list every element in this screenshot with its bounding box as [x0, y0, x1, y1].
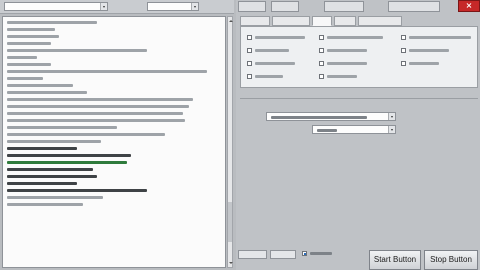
option-checkbox[interactable] — [319, 35, 324, 40]
option-checkbox[interactable] — [247, 61, 252, 66]
log-line — [7, 147, 77, 150]
option-checkbox[interactable] — [319, 61, 324, 66]
log-line — [7, 91, 87, 94]
log-line — [7, 168, 93, 171]
log-line — [7, 133, 165, 136]
option-label — [327, 62, 367, 65]
toolbar-button-4[interactable] — [388, 1, 440, 12]
log-line — [7, 77, 43, 80]
log-line — [7, 84, 73, 87]
log-toolbar — [0, 0, 234, 14]
log-line — [7, 182, 77, 185]
port-select[interactable] — [4, 2, 108, 11]
log-line — [7, 98, 193, 101]
log-line — [7, 56, 37, 59]
log-line — [7, 21, 97, 24]
log-line — [7, 196, 103, 199]
start-button[interactable]: Start Button — [369, 250, 421, 270]
scroll-down-icon[interactable] — [229, 262, 233, 266]
option-label — [255, 75, 283, 78]
log-line — [7, 112, 183, 115]
toolbar-button-2[interactable] — [271, 1, 299, 12]
mode-select[interactable] — [312, 125, 396, 134]
option-label — [327, 36, 383, 39]
baud-select[interactable] — [147, 2, 199, 11]
log-line — [7, 42, 51, 45]
option-checkbox[interactable] — [247, 48, 252, 53]
toolbar-button-1[interactable] — [238, 1, 266, 12]
log-line — [7, 140, 101, 143]
toolbar-button-3[interactable] — [324, 1, 364, 12]
chevron-down-icon[interactable] — [100, 3, 107, 10]
log-line — [7, 49, 147, 52]
tab-1[interactable] — [240, 16, 270, 26]
option-label — [327, 75, 357, 78]
log-line — [7, 63, 51, 66]
log-line — [7, 189, 147, 192]
tab-5[interactable] — [358, 16, 402, 26]
scrollbar-thumb[interactable] — [228, 202, 232, 242]
tab-4[interactable] — [334, 16, 356, 26]
log-line — [7, 70, 207, 73]
log-line — [7, 203, 83, 206]
tab-2[interactable] — [272, 16, 310, 26]
option-checkbox[interactable] — [247, 35, 252, 40]
log-line — [7, 126, 117, 129]
option-label — [255, 49, 289, 52]
option-label — [409, 62, 439, 65]
small-button-2[interactable] — [270, 250, 296, 259]
mode-select-value — [317, 129, 337, 132]
file-select-value — [271, 116, 367, 119]
log-output[interactable] — [2, 16, 226, 268]
log-line — [7, 161, 127, 164]
log-line — [7, 119, 185, 122]
option-checkbox[interactable] — [401, 48, 406, 53]
log-line — [7, 35, 59, 38]
options-panel — [240, 26, 478, 88]
stop-button[interactable]: Stop Button — [424, 250, 478, 270]
chevron-down-icon[interactable] — [191, 3, 198, 10]
chevron-down-icon[interactable] — [388, 126, 395, 133]
chevron-down-icon[interactable] — [388, 113, 395, 120]
option-checkbox[interactable] — [247, 74, 252, 79]
exit-button[interactable]: × — [458, 0, 480, 12]
log-line — [7, 28, 55, 31]
option-label — [255, 62, 295, 65]
small-checkbox-label — [310, 252, 332, 255]
option-checkbox[interactable] — [401, 61, 406, 66]
divider — [240, 98, 478, 99]
small-checkbox[interactable] — [302, 251, 307, 256]
option-label — [255, 36, 305, 39]
log-line — [7, 105, 189, 108]
option-checkbox[interactable] — [401, 35, 406, 40]
log-scrollbar[interactable] — [227, 16, 233, 268]
option-checkbox[interactable] — [319, 48, 324, 53]
option-checkbox[interactable] — [319, 74, 324, 79]
control-panel: × Start Button Stop Button — [236, 0, 480, 270]
option-label — [409, 36, 471, 39]
option-label — [409, 49, 449, 52]
small-button-1[interactable] — [238, 250, 267, 259]
scroll-up-icon[interactable] — [229, 18, 233, 22]
tab-3[interactable] — [312, 16, 332, 26]
file-select[interactable] — [266, 112, 396, 121]
option-label — [327, 49, 367, 52]
log-line — [7, 154, 131, 157]
log-line — [7, 175, 97, 178]
